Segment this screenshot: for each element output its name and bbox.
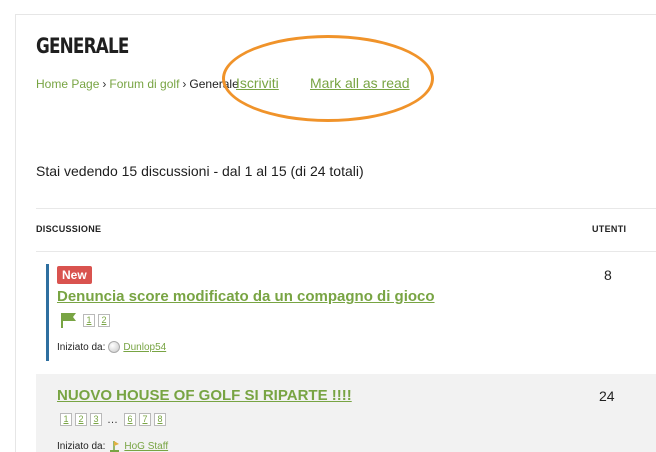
golf-ball-avatar-icon (108, 341, 121, 353)
page-link[interactable]: 2 (75, 413, 87, 426)
breadcrumb-separator: › (182, 77, 187, 91)
topic-starter: Iniziato da: HoG Staff (57, 440, 168, 452)
pagination-ellipsis: … (107, 413, 119, 426)
new-badge: New (57, 266, 92, 284)
started-by-label: Iniziato da: (57, 440, 106, 452)
breadcrumb-home-link[interactable]: Home Page (36, 77, 99, 91)
flag-icon (61, 313, 76, 328)
topic-starter: Iniziato da: Dunlop54 (57, 341, 166, 353)
column-header-users: UTENTI (592, 224, 627, 234)
content-frame-top-border (15, 14, 656, 15)
content-frame-left-border (15, 14, 16, 452)
column-header-topic: DISCUSSIONE (36, 224, 102, 234)
user-count: 24 (599, 388, 615, 404)
page-link[interactable]: 1 (83, 313, 95, 327)
topic-title-link[interactable]: NUOVO HOUSE OF GOLF SI RIPARTE !!!! (57, 387, 352, 404)
page-link[interactable]: 3 (90, 413, 102, 426)
started-by-label: Iniziato da: (57, 341, 106, 353)
topic-pagination: 1 2 3 … 6 7 8 (60, 413, 166, 426)
page-title: GENERALE (36, 34, 129, 58)
highlight-ring (222, 35, 434, 122)
user-count: 8 (604, 267, 612, 283)
topic-count-summary: Stai vedendo 15 discussioni - dal 1 al 1… (36, 163, 364, 179)
hog-staff-avatar-icon (110, 441, 120, 452)
page-link[interactable]: 6 (124, 413, 136, 426)
divider (36, 208, 656, 209)
author-link[interactable]: Dunlop54 (123, 342, 166, 353)
breadcrumb-separator: › (102, 77, 107, 91)
topic-title-link[interactable]: Denuncia score modificato da un compagno… (57, 288, 435, 305)
author-link[interactable]: HoG Staff (124, 441, 168, 452)
topic-pagination: 1 2 (60, 312, 110, 328)
breadcrumb-forum-link[interactable]: Forum di golf (109, 77, 179, 91)
topic-row (36, 252, 656, 374)
page-link[interactable]: 8 (154, 413, 166, 426)
breadcrumb: Home Page › Forum di golf › Generale (36, 77, 239, 91)
page-link[interactable]: 1 (60, 413, 72, 426)
page-link[interactable]: 7 (139, 413, 151, 426)
page-link[interactable]: 2 (98, 313, 110, 327)
sticky-indicator (46, 264, 49, 361)
